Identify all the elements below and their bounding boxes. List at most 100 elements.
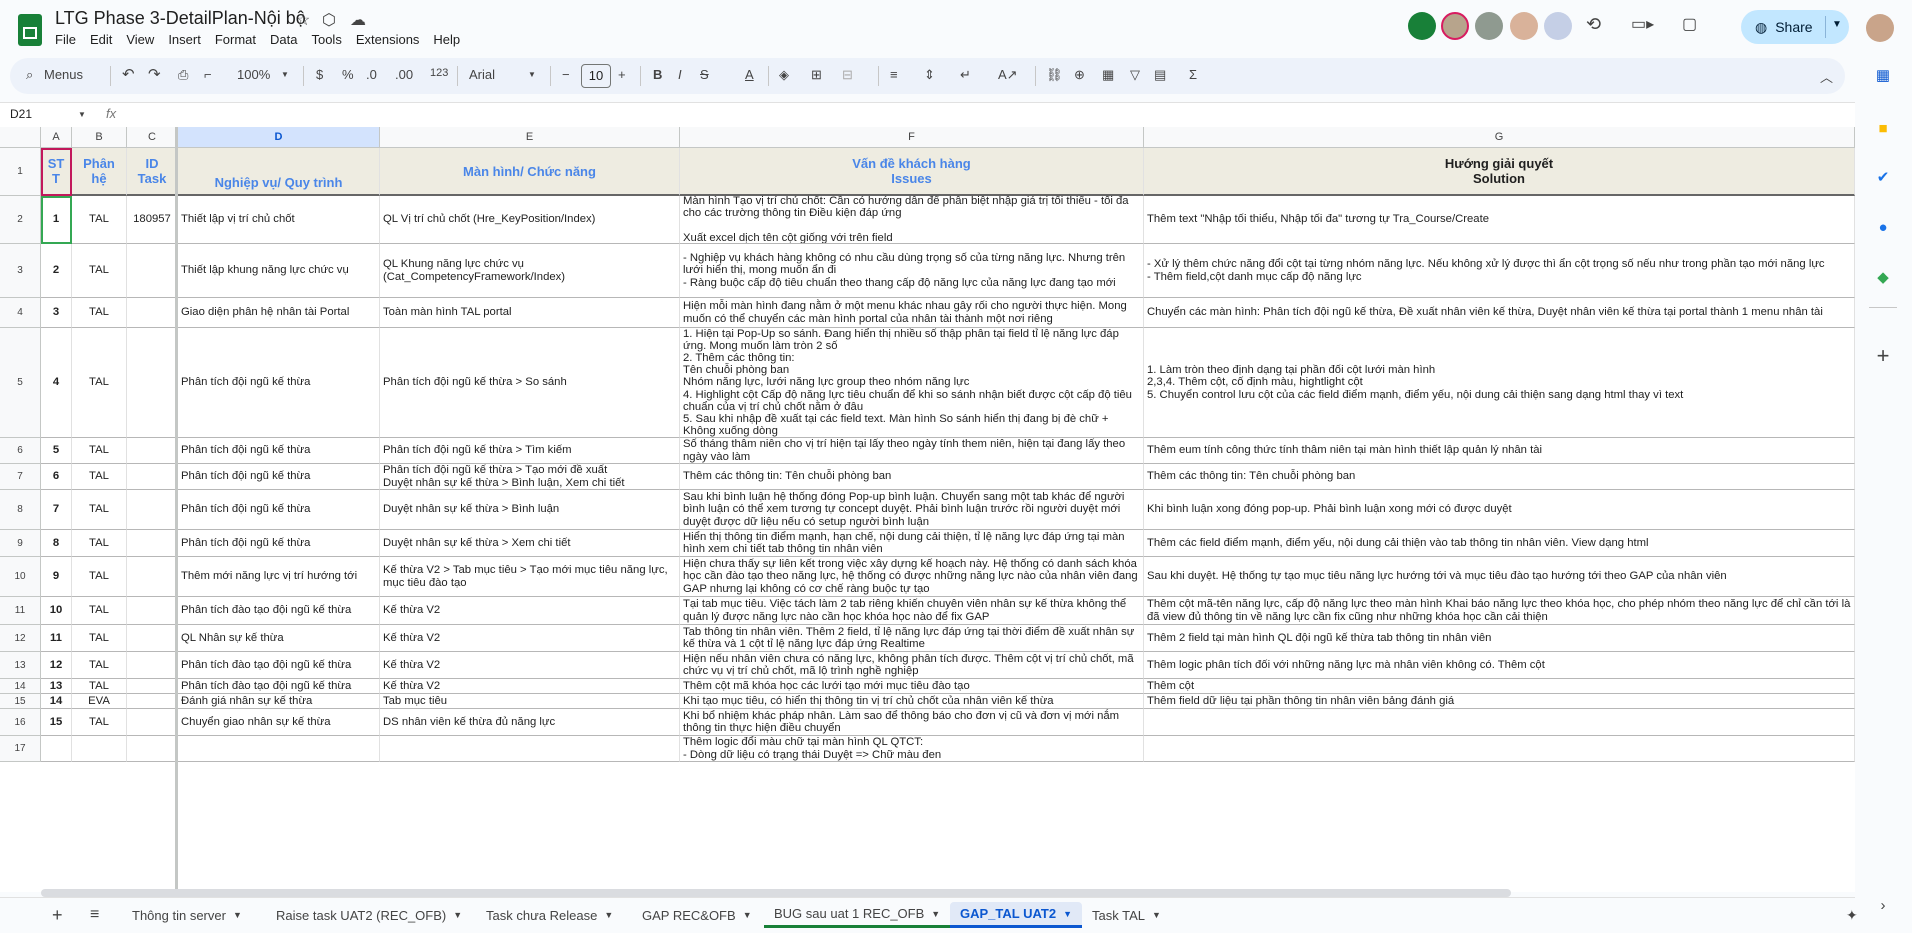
sheet-tab[interactable]: GAP REC&OFB ▼ [632, 902, 762, 928]
history-icon[interactable]: ⟲ [1586, 14, 1601, 35]
table-cell[interactable]: Kế thừa V2 [380, 625, 680, 652]
table-cell[interactable]: QL Nhân sự kế thừa [178, 625, 380, 652]
table-cell[interactable]: Thêm các thông tin: Tên chuỗi phòng ban [1144, 464, 1855, 490]
header-cell[interactable]: Vấn đề khách hàng Issues [680, 148, 1144, 196]
table-cell[interactable] [1144, 736, 1855, 762]
table-cell[interactable]: - Xử lý thêm chức năng đổi cột tại từng … [1144, 244, 1855, 298]
table-cell[interactable]: 11 [41, 625, 72, 652]
table-cell[interactable]: Thêm mới năng lực vị trí hướng tới [178, 557, 380, 597]
table-cell[interactable]: 9 [41, 557, 72, 597]
plus-icon[interactable]: + [1874, 345, 1892, 367]
percent-format-button[interactable]: % [342, 67, 354, 82]
table-cell[interactable]: Sau khi bình luận hệ thống đóng Pop-up b… [680, 490, 1144, 530]
share-button[interactable]: ◍ Share ▼ [1741, 10, 1849, 44]
table-cell[interactable]: 4 [41, 328, 72, 438]
table-cell[interactable]: Thêm cột mã khóa học các lưới tạo mới mụ… [680, 679, 1144, 694]
table-cell[interactable]: 10 [41, 597, 72, 625]
table-cell[interactable]: TAL [72, 597, 127, 625]
header-cell[interactable]: ID Task [127, 148, 178, 196]
text-color-icon[interactable]: A [745, 67, 754, 82]
table-cell[interactable]: Tab mục tiêu [380, 694, 680, 709]
table-cell[interactable]: TAL [72, 464, 127, 490]
avatar[interactable] [1408, 12, 1436, 40]
column-header-g[interactable]: G [1144, 127, 1855, 148]
undo-icon[interactable]: ↶ [122, 65, 135, 83]
avatar[interactable] [1510, 12, 1538, 40]
column-header-f[interactable]: F [680, 127, 1144, 148]
table-cell[interactable] [127, 438, 178, 464]
table-cell[interactable] [72, 736, 127, 762]
tasks-icon[interactable]: ✔ [1874, 169, 1892, 187]
table-cell[interactable]: Thêm các field điểm mạnh, điểm yếu, nội … [1144, 530, 1855, 557]
print-icon[interactable]: ⎙ [178, 67, 188, 83]
table-cell[interactable]: Thiết lập khung năng lực chức vụ [178, 244, 380, 298]
decrease-decimal-button[interactable]: .0 [366, 67, 377, 82]
menu-edit[interactable]: Edit [90, 32, 119, 47]
menu-view[interactable]: View [126, 32, 161, 47]
table-cell[interactable]: TAL [72, 652, 127, 679]
table-cell[interactable] [127, 464, 178, 490]
table-cell[interactable]: 8 [41, 530, 72, 557]
avatar[interactable] [1544, 12, 1572, 40]
column-header-c[interactable]: C [127, 127, 178, 148]
collapse-menus-icon[interactable]: ︿ [1820, 67, 1833, 86]
table-cell[interactable] [127, 679, 178, 694]
all-sheets-icon[interactable]: ≡ [80, 902, 109, 928]
table-cell[interactable]: Thêm 2 field tại màn hình QL đội ngũ kế … [1144, 625, 1855, 652]
column-header-e[interactable]: E [380, 127, 680, 148]
table-cell[interactable]: Hiện nếu nhân viên chưa có năng lực, khô… [680, 652, 1144, 679]
table-cell[interactable] [127, 557, 178, 597]
chevron-down-icon[interactable]: ▼ [1832, 19, 1842, 30]
table-cell[interactable]: Toàn màn hình TAL portal [380, 298, 680, 328]
table-cell[interactable]: Khi bình luận xong đóng pop-up. Phải bìn… [1144, 490, 1855, 530]
header-cell[interactable]: Nghiệp vụ/ Quy trình [178, 148, 380, 196]
sheet-tab[interactable]: Thông tin server ▼ [122, 902, 252, 928]
table-cell[interactable]: Kế thừa V2 > Tab mục tiêu > Tạo mới mục … [380, 557, 680, 597]
table-cell[interactable]: Hiện chưa thấy sự liên kết trong việc xâ… [680, 557, 1144, 597]
table-cell[interactable]: 180957 [127, 196, 178, 244]
table-cell[interactable]: TAL [72, 298, 127, 328]
row-header[interactable]: 15 [0, 694, 41, 709]
table-cell[interactable] [1144, 709, 1855, 736]
header-cell[interactable]: Phân hệ [72, 148, 127, 196]
redo-icon[interactable]: ↷ [148, 65, 161, 83]
table-cell[interactable]: Hiển thị thông tin điểm mạnh, hạn chế, n… [680, 530, 1144, 557]
table-cell[interactable] [127, 694, 178, 709]
table-cell[interactable]: Tab thông tin nhân viên. Thêm 2 field, t… [680, 625, 1144, 652]
table-cell[interactable]: Thêm logic đổi màu chữ tại màn hình QL Q… [680, 736, 1144, 762]
font-size-input[interactable]: 10 [581, 64, 611, 88]
table-cell[interactable]: Số tháng thâm niên cho vị trí hiện tại l… [680, 438, 1144, 464]
chart-icon[interactable]: ▦ [1102, 67, 1114, 83]
formula-input[interactable] [130, 107, 1830, 123]
table-cell[interactable]: Đánh giá nhân sự kế thừa [178, 694, 380, 709]
contacts-icon[interactable]: ● [1874, 219, 1892, 237]
link-icon[interactable]: ⛓ [1046, 67, 1063, 83]
column-header-b[interactable]: B [72, 127, 127, 148]
table-cell[interactable]: Thêm cột [1144, 679, 1855, 694]
row-header[interactable]: 2 [0, 196, 41, 244]
menu-insert[interactable]: Insert [168, 32, 208, 47]
table-cell[interactable]: 12 [41, 652, 72, 679]
column-header-d[interactable]: D [178, 127, 380, 148]
table-cell[interactable]: Phân tích đội ngũ kế thừa [178, 530, 380, 557]
table-cell[interactable]: Phân tích đội ngũ kế thừa [178, 490, 380, 530]
comment-icon[interactable]: ⊕ [1074, 67, 1085, 83]
table-cell[interactable]: 14 [41, 694, 72, 709]
search-icon[interactable]: ⌕ [26, 67, 33, 83]
row-header[interactable]: 9 [0, 530, 41, 557]
borders-icon[interactable]: ⊞ [811, 67, 822, 83]
table-cell[interactable]: Khi bổ nhiệm khác pháp nhân. Làm sao để … [680, 709, 1144, 736]
column-header-a[interactable]: A [41, 127, 72, 148]
table-cell[interactable]: Duyệt nhân sự kế thừa > Bình luận [380, 490, 680, 530]
table-cell[interactable]: Tại tab mục tiêu. Việc tách làm 2 tab ri… [680, 597, 1144, 625]
text-wrap-icon[interactable]: ↵ [960, 67, 971, 83]
row-header[interactable]: 17 [0, 736, 41, 762]
menu-data[interactable]: Data [270, 32, 304, 47]
calendar-icon[interactable]: ▦ [1874, 67, 1892, 85]
row-header[interactable]: 11 [0, 597, 41, 625]
horizontal-align-icon[interactable]: ≡ [890, 67, 898, 82]
sheets-logo-icon[interactable] [18, 14, 42, 46]
menu-format[interactable]: Format [215, 32, 263, 47]
comments-icon[interactable]: ▢ [1682, 14, 1697, 34]
table-cell[interactable]: 2 [41, 244, 72, 298]
